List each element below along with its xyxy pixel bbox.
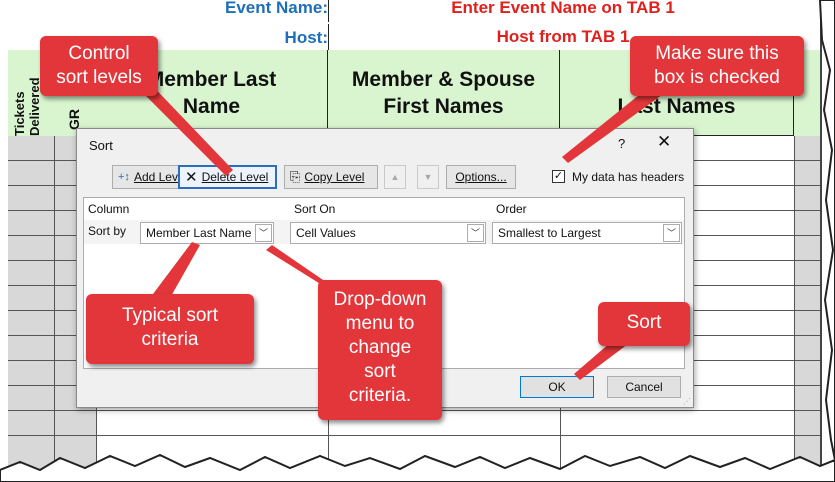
- callout-line: sort: [364, 361, 396, 382]
- typical-criteria-callout: Typical sort criteria: [86, 294, 254, 364]
- callout-line: Sort: [626, 312, 662, 333]
- control-sort-levels-callout: Control sort levels: [40, 36, 158, 96]
- callout-line: change: [348, 337, 412, 358]
- typical-pointer: [150, 242, 200, 298]
- callout-line: sort levels: [56, 67, 142, 88]
- callout-line: Typical sort: [121, 305, 219, 326]
- dropdown-menu-callout: Drop-down menu to change sort criteria.: [318, 280, 442, 420]
- sort-callout: Sort: [598, 302, 690, 346]
- callout-line: Make sure this: [655, 43, 779, 64]
- callout-line: Drop-down: [333, 289, 427, 310]
- callout-line: criteria: [141, 329, 199, 350]
- callout-line: criteria.: [348, 385, 412, 406]
- callout-line: Control: [68, 43, 130, 64]
- check-headers-callout: Make sure this box is checked: [630, 36, 804, 96]
- callout-line: menu to: [345, 313, 415, 334]
- callout-line: box is checked: [654, 67, 780, 88]
